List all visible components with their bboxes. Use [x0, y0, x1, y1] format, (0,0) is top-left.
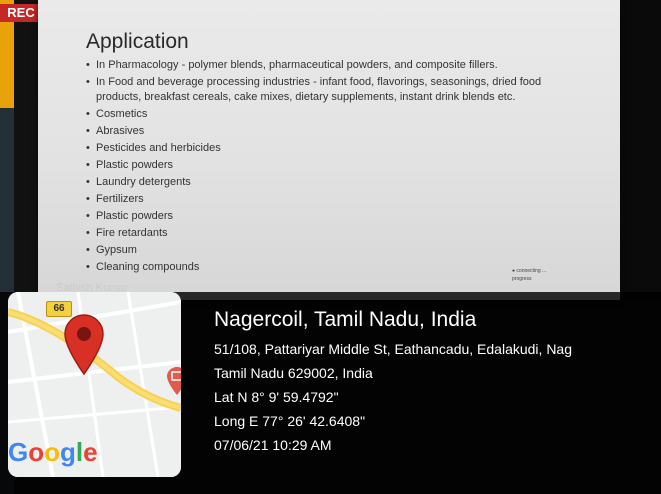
poi-marker-icon: [167, 367, 181, 395]
right-edge-dark: [620, 0, 661, 300]
slide-bullet: Fertilizers: [86, 192, 576, 207]
geotag-info: Nagercoil, Tamil Nadu, India 51/108, Pat…: [214, 306, 572, 456]
slide-bullet: In Food and beverage processing industri…: [86, 75, 576, 105]
longitude-text: Long E 77° 26' 42.6408": [214, 413, 366, 429]
slide-bullet-list: In Pharmacology - polymer blends, pharma…: [86, 58, 576, 277]
map-thumbnail[interactable]: 66 Google: [8, 292, 181, 477]
google-logo-letter: e: [83, 437, 98, 467]
google-logo: Google: [8, 437, 98, 468]
mini-status-line: ● connecting ...: [512, 268, 547, 274]
slide-bullet: Plastic powders: [86, 158, 576, 173]
slide-bullet: In Pharmacology - polymer blends, pharma…: [86, 58, 576, 73]
camera-frame: REC Application In Pharmacology - polyme…: [0, 0, 661, 494]
google-logo-letter: G: [8, 437, 29, 467]
slide-bullet: Cosmetics: [86, 107, 576, 122]
google-logo-letter: o: [28, 437, 45, 467]
recording-badge: REC: [0, 4, 42, 22]
address-line: Tamil Nadu 629002, India: [214, 365, 373, 381]
presentation-slide: Application In Pharmacology - polymer bl…: [38, 0, 620, 300]
location-name: Nagercoil, Tamil Nadu, India: [214, 308, 477, 331]
slide-title: Application: [86, 30, 189, 53]
location-pin-icon: [64, 314, 104, 376]
slide-bullet: Pesticides and herbicides: [86, 141, 576, 156]
slide-bullet: Fire retardants: [86, 226, 576, 241]
latitude-text: Lat N 8° 9' 59.4792": [214, 389, 339, 405]
slide-bullet: Cleaning compounds: [86, 260, 576, 275]
mini-status-line: progress: [512, 276, 532, 282]
timestamp-text: 07/06/21 10:29 AM: [214, 437, 332, 453]
google-logo-letter: o: [44, 437, 61, 467]
slide-bullet: Abrasives: [86, 124, 576, 139]
slide-mini-status: ● connecting ... progress: [512, 268, 608, 290]
google-logo-letter: g: [60, 437, 76, 467]
slide-bullet: Laundry detergents: [86, 175, 576, 190]
slide-bullet: Gypsum: [86, 243, 576, 258]
address-line: 51/108, Pattariyar Middle St, Eathancadu…: [214, 341, 572, 357]
slide-bullet: Plastic powders: [86, 209, 576, 224]
